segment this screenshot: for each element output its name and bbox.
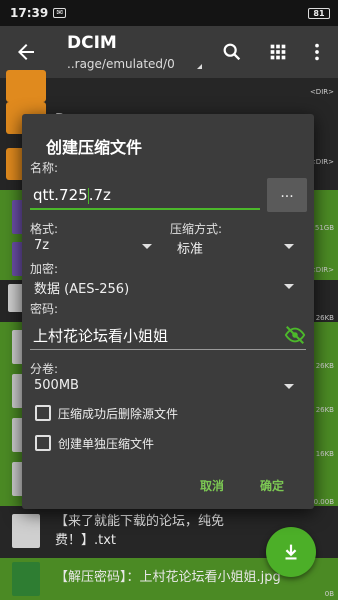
image-file-icon bbox=[12, 562, 40, 596]
separate-archive-label: 创建单独压缩文件 bbox=[58, 437, 155, 451]
format-value: 7z bbox=[34, 238, 50, 253]
battery-icon: 81 bbox=[308, 7, 330, 19]
item-size: 26KB bbox=[315, 362, 334, 370]
encryption-value: 数据 (AES-256) bbox=[34, 282, 130, 297]
split-dropdown-arrow-icon bbox=[284, 384, 294, 389]
status-bar: 17:39 ✉ 81 bbox=[0, 0, 338, 26]
text-file-icon bbox=[12, 514, 40, 548]
password-label: 密码: bbox=[30, 302, 59, 316]
dialog-title: 创建压缩文件 bbox=[46, 138, 143, 157]
item-size: <DIR> bbox=[309, 88, 334, 96]
path-dropdown-arrow-icon[interactable] bbox=[197, 64, 202, 69]
item-size: 16KB bbox=[315, 450, 334, 458]
more-menu-icon[interactable] bbox=[306, 41, 328, 63]
item-size: 26KB bbox=[315, 406, 334, 414]
ok-button[interactable]: 确定 bbox=[260, 477, 284, 494]
page-title: DCIM bbox=[67, 33, 117, 53]
compression-label: 压缩方式: bbox=[170, 222, 223, 236]
browse-button[interactable]: ... bbox=[267, 178, 307, 212]
format-label: 格式: bbox=[30, 222, 59, 236]
grid-view-icon[interactable] bbox=[267, 41, 289, 63]
name-text-after-cursor: .7z bbox=[88, 186, 111, 204]
item-size: 0B bbox=[324, 590, 334, 598]
create-archive-dialog: 创建压缩文件 名称: qtt.725.7z ... 格式: 压缩方式: 7z 标… bbox=[22, 114, 314, 509]
password-text: 上村花论坛看小姐姐 bbox=[33, 327, 169, 345]
cancel-button[interactable]: 取消 bbox=[200, 477, 224, 494]
delete-source-label: 压缩成功后删除源文件 bbox=[58, 407, 179, 421]
back-arrow-icon[interactable] bbox=[14, 40, 38, 64]
mail-icon: ✉ bbox=[53, 8, 67, 18]
file-name: 【来了就能下载的论坛，纯免费！】.txt bbox=[55, 514, 225, 548]
visibility-off-icon[interactable] bbox=[284, 324, 306, 346]
name-label: 名称: bbox=[30, 161, 59, 175]
folder-icon bbox=[6, 70, 46, 102]
encryption-dropdown-arrow-icon bbox=[284, 284, 294, 289]
app-bar: DCIM ..rage/emulated/0 bbox=[0, 26, 338, 78]
item-size: 0.00B bbox=[313, 498, 334, 506]
item-size: 51GB bbox=[314, 224, 334, 232]
archive-name-input[interactable]: qtt.725.7z bbox=[30, 180, 260, 210]
name-text-before-cursor: qtt.725 bbox=[33, 186, 88, 204]
split-value: 500MB bbox=[34, 378, 79, 393]
item-size: 26KB bbox=[315, 314, 334, 322]
search-icon[interactable] bbox=[221, 41, 243, 63]
download-icon bbox=[285, 544, 297, 560]
compression-dropdown-arrow-icon bbox=[284, 244, 294, 249]
encryption-label: 加密: bbox=[30, 262, 59, 276]
compression-value: 标准 bbox=[177, 242, 204, 257]
download-fab[interactable] bbox=[266, 527, 316, 577]
path-dropdown[interactable]: ..rage/emulated/0 bbox=[67, 57, 195, 71]
status-time: 17:39 bbox=[10, 6, 49, 20]
separate-archive-checkbox[interactable] bbox=[35, 435, 51, 451]
password-input[interactable]: 上村花论坛看小姐姐 bbox=[30, 320, 306, 350]
delete-source-checkbox[interactable] bbox=[35, 405, 51, 421]
split-label: 分卷: bbox=[30, 362, 59, 376]
format-dropdown-arrow-icon bbox=[142, 244, 152, 249]
